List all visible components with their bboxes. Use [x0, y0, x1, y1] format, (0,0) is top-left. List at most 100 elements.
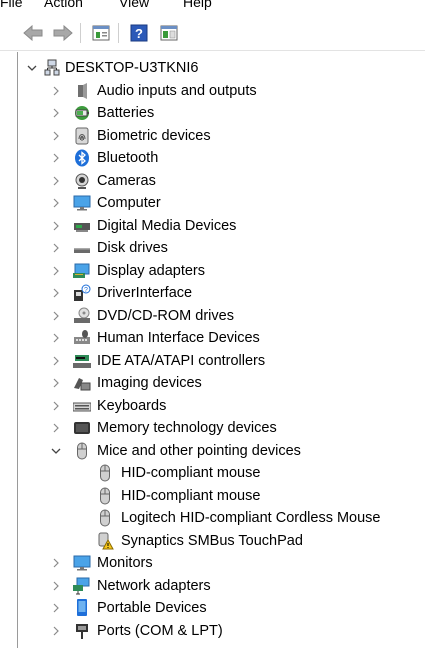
tree-device[interactable]: Logitech HID-compliant Cordless Mouse: [18, 507, 418, 529]
computer-network-icon: [43, 59, 61, 77]
chevron-right-icon[interactable]: [50, 305, 62, 327]
tree-device[interactable]: HID-compliant mouse: [18, 485, 418, 507]
chevron-right-icon[interactable]: [50, 215, 62, 237]
toolbar-separator: [80, 23, 81, 43]
svg-text:?: ?: [135, 26, 143, 41]
speaker-icon: [73, 82, 91, 100]
chevron-right-icon[interactable]: [50, 170, 62, 192]
battery-icon: [73, 104, 91, 122]
chevron-right-icon[interactable]: [50, 102, 62, 124]
tree-category[interactable]: IDE ATA/ATAPI controllers: [18, 350, 418, 372]
chevron-right-icon[interactable]: [50, 260, 62, 282]
chevron-right-icon[interactable]: [50, 395, 62, 417]
tree-category[interactable]: Ports (COM & LPT): [18, 620, 418, 642]
tree-device[interactable]: Synaptics SMBus TouchPad: [18, 530, 418, 552]
tree-category[interactable]: Imaging devices: [18, 372, 418, 394]
tree-item-label: Imaging devices: [97, 375, 202, 391]
tree-category[interactable]: Audio inputs and outputs: [18, 80, 418, 102]
tree-device[interactable]: HID-compliant mouse: [18, 462, 418, 484]
menu-action[interactable]: Action: [44, 0, 83, 9]
tree-item-label: Network adapters: [97, 577, 211, 594]
chevron-right-icon[interactable]: [50, 125, 62, 147]
menu-help[interactable]: Help: [183, 0, 212, 9]
ide-controller-icon: [73, 352, 91, 370]
chevron-right-icon[interactable]: [50, 372, 62, 394]
monitor-icon: [73, 194, 91, 212]
tree-category[interactable]: Batteries: [18, 102, 418, 124]
tree-category[interactable]: Memory technology devices: [18, 417, 418, 439]
device-tree: DESKTOP-U3TKNI6 Audio inputs and outputs B…: [17, 52, 425, 648]
tree-item-label: Portable Devices: [97, 600, 207, 616]
chevron-down-icon[interactable]: [50, 440, 62, 462]
driver-interface-icon: ?: [73, 284, 91, 302]
tree-category[interactable]: Bluetooth: [18, 147, 418, 169]
chevron-right-icon[interactable]: [50, 192, 62, 214]
tree-item-label: DriverInterface: [97, 285, 193, 301]
tree-item-label: Biometric devices: [97, 127, 211, 144]
tree-category[interactable]: Human Interface Devices: [18, 327, 418, 349]
display-adapter-icon: [73, 262, 91, 280]
tree-item-label: Mice and other pointing devices: [97, 442, 301, 459]
menu-file[interactable]: File: [0, 0, 23, 9]
chevron-right-icon[interactable]: [50, 147, 62, 169]
monitor-icon: [73, 554, 91, 572]
view-toggle-icon[interactable]: [158, 23, 180, 43]
tree-category[interactable]: Digital Media Devices: [18, 215, 418, 237]
mouse-icon: [96, 487, 114, 505]
portable-device-icon: [73, 599, 91, 617]
tree-item-label: Ports (COM & LPT): [97, 622, 223, 639]
tree-item-label: Monitors: [97, 555, 153, 571]
chevron-right-icon[interactable]: [50, 552, 62, 574]
tree-category[interactable]: Display adapters: [18, 260, 418, 282]
tree-item-label: Computer: [97, 195, 161, 211]
tree-item-label: HID-compliant mouse: [121, 465, 261, 481]
tree-item-label: Disk drives: [97, 240, 168, 256]
media-device-icon: [73, 217, 91, 235]
chevron-right-icon[interactable]: [50, 417, 62, 439]
tree-item-label: Batteries: [97, 105, 155, 121]
forward-arrow-icon[interactable]: [52, 23, 74, 43]
network-adapter-icon: [73, 577, 91, 595]
tree-category[interactable]: Keyboards: [18, 395, 418, 417]
tree-category[interactable]: ? DriverInterface: [18, 282, 418, 304]
tree-category[interactable]: Disk drives: [18, 237, 418, 259]
tree-item-label: Keyboards: [97, 397, 167, 414]
tree-category[interactable]: Portable Devices: [18, 597, 418, 619]
keyboard-icon: [73, 397, 91, 415]
chevron-right-icon[interactable]: [50, 575, 62, 597]
memory-card-icon: [73, 419, 91, 437]
chevron-down-icon[interactable]: [26, 57, 38, 79]
chevron-right-icon[interactable]: [50, 597, 62, 619]
tree-category[interactable]: DVD/CD-ROM drives: [18, 305, 418, 327]
tree-category[interactable]: Biometric devices: [18, 125, 418, 147]
chevron-right-icon[interactable]: [50, 282, 62, 304]
chevron-right-icon[interactable]: [50, 327, 62, 349]
tree-item-label: Memory technology devices: [97, 420, 277, 436]
disk-drive-icon: [73, 239, 91, 257]
tree-item-label: HID-compliant mouse: [121, 487, 261, 504]
tree-category[interactable]: Network adapters: [18, 575, 418, 597]
tree-category[interactable]: Cameras: [18, 170, 418, 192]
mouse-icon: [73, 442, 91, 460]
fingerprint-icon: [73, 127, 91, 145]
chevron-right-icon[interactable]: [50, 237, 62, 259]
tree-root[interactable]: DESKTOP-U3TKNI6: [18, 57, 418, 79]
mouse-icon: [96, 464, 114, 482]
chevron-right-icon[interactable]: [50, 620, 62, 642]
tree-item-label: Human Interface Devices: [97, 330, 260, 346]
menu-view[interactable]: View: [119, 0, 149, 9]
tree-category[interactable]: Monitors: [18, 552, 418, 574]
tree-item-label: Logitech HID-compliant Cordless Mouse: [121, 510, 381, 526]
tree-category[interactable]: Mice and other pointing devices: [18, 440, 418, 462]
tree-item-label: DESKTOP-U3TKNI6: [65, 60, 199, 76]
bluetooth-icon: [73, 149, 91, 167]
tree-item-label: DVD/CD-ROM drives: [97, 307, 234, 324]
help-icon[interactable]: ?: [128, 23, 150, 43]
tree-category[interactable]: Computer: [18, 192, 418, 214]
chevron-right-icon[interactable]: [50, 80, 62, 102]
back-arrow-icon[interactable]: [22, 23, 44, 43]
mouse-icon: [96, 509, 114, 527]
toolbar-separator: [118, 23, 119, 43]
properties-icon[interactable]: [90, 23, 112, 43]
chevron-right-icon[interactable]: [50, 350, 62, 372]
